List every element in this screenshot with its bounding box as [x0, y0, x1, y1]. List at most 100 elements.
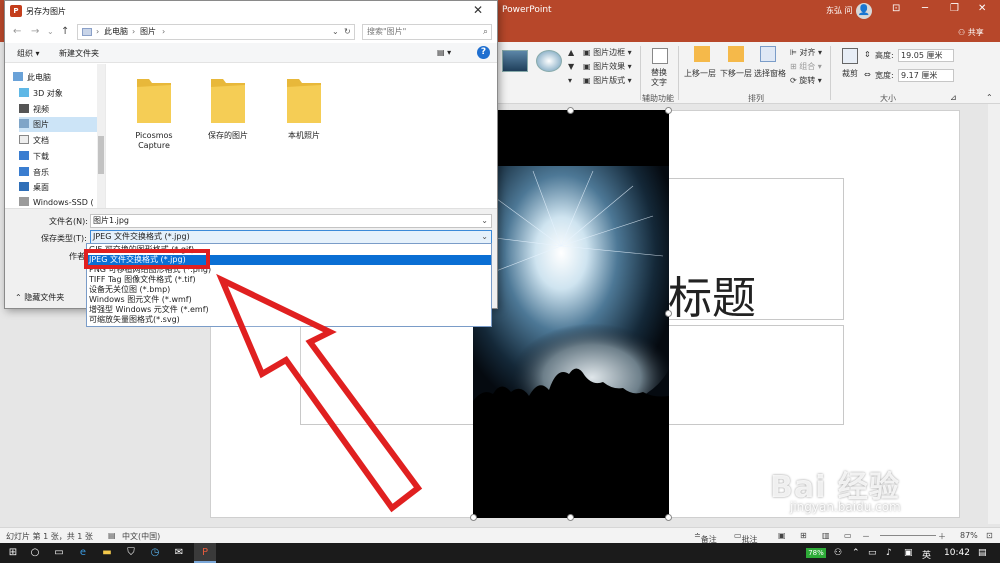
breadcrumb-this-pc[interactable]: 此电脑	[104, 25, 128, 39]
picture-style-thumb-1[interactable]	[502, 50, 528, 72]
bring-forward-label[interactable]: 上移一层	[684, 68, 716, 79]
crop-label[interactable]: 裁剪	[842, 68, 858, 79]
search-input[interactable]	[367, 27, 477, 36]
gallery-more-icon[interactable]: ▾	[568, 76, 572, 85]
new-folder-button[interactable]: 新建文件夹	[59, 48, 99, 59]
nav-item-pictures[interactable]: 图片	[19, 117, 101, 132]
nav-item-videos[interactable]: 视频	[19, 102, 101, 117]
search-box[interactable]: ⌕	[362, 24, 492, 40]
align-button[interactable]: ⊫ 对齐 ▾	[790, 47, 822, 58]
folder-saved-pictures[interactable]: 保存的图片	[193, 75, 263, 141]
width-input[interactable]: 9.17 厘米	[898, 69, 954, 82]
folder-camera-roll[interactable]: 本机照片	[269, 75, 339, 141]
slideshow-icon[interactable]: ▭	[844, 531, 852, 540]
dialog-title-bar[interactable]: P 另存为图片 ✕	[5, 1, 497, 21]
recent-locations-icon[interactable]: ⌄	[47, 27, 54, 36]
people-icon[interactable]: ⚇	[834, 548, 842, 558]
dropdown-option-emf[interactable]: 增强型 Windows 元文件 (*.emf)	[87, 305, 491, 315]
back-arrow-icon[interactable]: ←	[13, 26, 21, 37]
view-options-icon[interactable]: ▤ ▾	[437, 48, 451, 57]
nav-item-downloads[interactable]: 下载	[19, 149, 101, 164]
slide-sorter-icon[interactable]: ⊞	[800, 531, 807, 540]
hide-folders-button[interactable]: ⌃ 隐藏文件夹	[15, 292, 64, 303]
ribbon-display-options-icon[interactable]: ⊡	[892, 3, 900, 14]
address-bar[interactable]: › 此电脑 › 图片 › ⌄ ↻	[77, 24, 355, 40]
search-icon[interactable]: ○	[24, 543, 46, 563]
clock-app-icon[interactable]: ◷	[144, 543, 166, 563]
maximize-icon[interactable]: ❐	[950, 3, 959, 14]
pane-divider[interactable]	[105, 64, 106, 208]
reading-view-icon[interactable]: ▥	[822, 531, 830, 540]
refresh-icon[interactable]: ↻	[344, 25, 351, 39]
nav-item-this-pc[interactable]: 此电脑	[13, 70, 95, 85]
bring-forward-icon[interactable]	[694, 46, 710, 62]
close-icon[interactable]: ✕	[978, 3, 986, 14]
comments-button[interactable]: ▭ 批注	[734, 531, 758, 544]
up-arrow-icon[interactable]: ↑	[61, 26, 69, 37]
nav-item-3d-objects[interactable]: 3D 对象	[19, 86, 101, 101]
picture-border-button[interactable]: ▣ 图片边框 ▾	[583, 47, 632, 58]
user-name[interactable]: 东弘 问	[826, 5, 853, 16]
nav-item-desktop[interactable]: 桌面	[19, 180, 101, 195]
language-status[interactable]: 中文(中国)	[122, 531, 160, 542]
share-button[interactable]: ⚇ 共享	[958, 27, 984, 38]
nav-item-documents[interactable]: 文档	[19, 133, 101, 148]
notification-icon[interactable]: ▤	[978, 548, 987, 558]
resize-handle-r[interactable]	[665, 310, 672, 317]
chevron-down-icon[interactable]: ⌄	[481, 231, 488, 243]
address-dropdown-icon[interactable]: ⌄	[332, 25, 339, 39]
action-icon[interactable]: ▣	[904, 548, 913, 558]
alt-text-label-2[interactable]: 文字	[651, 77, 667, 88]
avatar[interactable]: 👤	[856, 3, 872, 19]
gallery-down-icon[interactable]: ▼	[568, 62, 574, 71]
network-icon[interactable]: ▭	[868, 548, 877, 558]
store-icon[interactable]: ⛉	[120, 543, 142, 563]
chevron-down-icon[interactable]: ⌄	[481, 215, 488, 227]
task-view-icon[interactable]: ▭	[48, 543, 70, 563]
mail-icon[interactable]: ✉	[168, 543, 190, 563]
ime-indicator[interactable]: 英	[922, 548, 931, 561]
battery-indicator[interactable]: 78%	[806, 548, 826, 558]
folder-picosmos-capture[interactable]: Picosmos Capture	[119, 75, 189, 151]
resize-handle-t[interactable]	[567, 107, 574, 114]
filetype-select[interactable]: JPEG 文件交换格式 (*.jpg) ⌄	[90, 230, 492, 244]
breadcrumb-pictures[interactable]: 图片	[140, 25, 156, 39]
breadcrumb-separator-icon[interactable]: ›	[162, 25, 165, 39]
nav-pane-scrollbar[interactable]	[97, 64, 105, 208]
picture-effects-button[interactable]: ▣ 图片效果 ▾	[583, 61, 632, 72]
send-backward-icon[interactable]	[728, 46, 744, 62]
height-input[interactable]: 19.05 厘米	[898, 49, 954, 62]
filename-input[interactable]: 图片1.jpg ⌄	[90, 214, 492, 228]
close-icon[interactable]: ✕	[473, 3, 483, 17]
dropdown-option-wmf[interactable]: Windows 图元文件 (*.wmf)	[87, 295, 491, 305]
collapse-ribbon-icon[interactable]: ⌃	[986, 93, 993, 102]
send-backward-label[interactable]: 下移一层	[720, 68, 752, 79]
zoom-level[interactable]: 87%	[960, 531, 978, 540]
selection-pane-icon[interactable]	[760, 46, 776, 62]
system-clock[interactable]: 10:42	[944, 548, 970, 558]
picture-layout-button[interactable]: ▣ 图片版式 ▾	[583, 75, 632, 86]
zoom-slider[interactable]	[880, 535, 936, 536]
selection-pane-label[interactable]: 选择窗格	[754, 68, 786, 79]
rotate-button[interactable]: ⟳ 旋转 ▾	[790, 75, 822, 86]
tray-chevron-icon[interactable]: ⌃	[852, 548, 860, 558]
notes-button[interactable]: ≐ 备注	[694, 531, 717, 544]
dropdown-option-bmp[interactable]: 设备无关位图 (*.bmp)	[87, 285, 491, 295]
slide-title-text[interactable]: 标题	[668, 262, 756, 326]
organize-button[interactable]: 组织 ▾	[17, 48, 40, 59]
picture-style-thumb-2[interactable]	[536, 50, 562, 72]
resize-handle-bl[interactable]	[470, 514, 477, 521]
normal-view-icon[interactable]: ▣	[778, 531, 786, 540]
help-icon[interactable]: ?	[477, 46, 490, 59]
resize-handle-b[interactable]	[567, 514, 574, 521]
gallery-up-icon[interactable]: ▲	[568, 48, 574, 57]
forward-arrow-icon[interactable]: →	[31, 26, 39, 37]
zoom-in-icon[interactable]: ＋	[938, 531, 946, 542]
nav-item-music[interactable]: 音乐	[19, 165, 101, 180]
file-explorer-icon[interactable]: ▬	[96, 543, 118, 563]
vertical-scrollbar[interactable]	[988, 104, 1000, 524]
selected-picture[interactable]	[473, 110, 669, 518]
volume-icon[interactable]: ♪	[886, 548, 892, 558]
resize-handle-br[interactable]	[665, 514, 672, 521]
minimize-icon[interactable]: ─	[922, 3, 928, 14]
